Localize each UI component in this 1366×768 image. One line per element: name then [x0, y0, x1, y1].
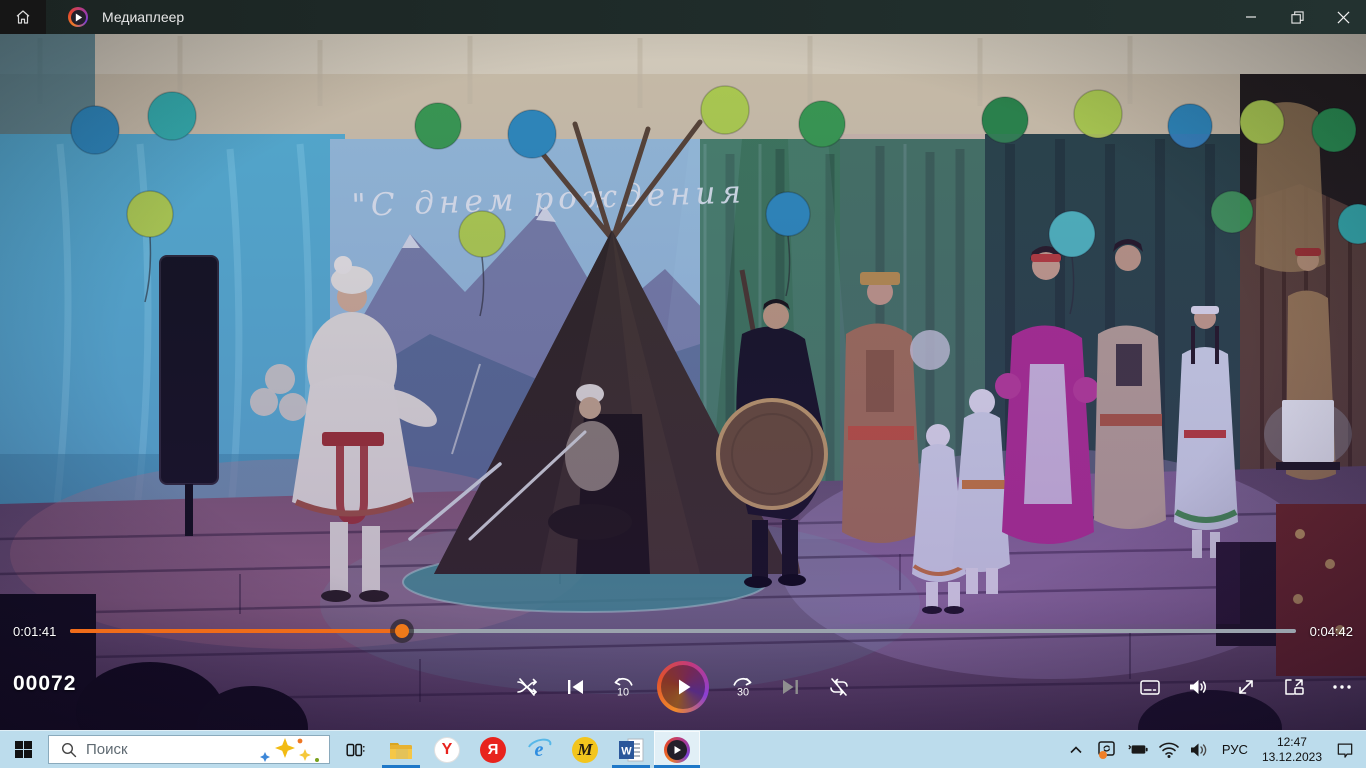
taskbar-app-yandex[interactable]: Я: [470, 731, 516, 768]
taskbar-app-word[interactable]: W: [608, 731, 654, 768]
file-explorer-icon: [388, 737, 414, 763]
search-highlights-sparkles-icon: [257, 736, 321, 764]
search-icon: [61, 742, 77, 758]
seek-progress: [70, 629, 401, 633]
clock[interactable]: 12:47 13.12.2023: [1259, 735, 1325, 765]
taskbar-app-internet-explorer[interactable]: e: [516, 731, 562, 768]
volume-button[interactable]: [1184, 673, 1212, 701]
video-area: "С днем рождения: [0, 34, 1366, 730]
media-player-logo-icon: [68, 7, 88, 27]
rewind-10-button[interactable]: 10: [609, 673, 637, 701]
current-time: 0:01:41: [13, 624, 59, 639]
shuffle-button[interactable]: [513, 673, 541, 701]
svg-text:30: 30: [737, 687, 749, 699]
repeat-button[interactable]: [825, 673, 853, 701]
taskbar: Y Я e М W: [0, 730, 1366, 768]
shuffle-off-icon: [515, 675, 539, 699]
seek-row: 0:01:41 0:04:42: [0, 614, 1366, 648]
previous-icon: [563, 675, 587, 699]
close-button[interactable]: [1320, 0, 1366, 34]
word-icon: W: [618, 737, 645, 763]
taskbar-app-yellow-m[interactable]: М: [562, 731, 608, 768]
windows-logo-icon: [15, 741, 32, 758]
battery-button[interactable]: [1127, 737, 1149, 763]
notification-icon: [1335, 740, 1355, 760]
tray-date: 13.12.2023: [1262, 750, 1322, 765]
yandex-browser-icon: Y: [434, 737, 460, 763]
battery-charging-icon: [1127, 741, 1149, 759]
action-center-button[interactable]: [1334, 737, 1356, 763]
forward-30-button[interactable]: 30: [729, 673, 757, 701]
tray-time: 12:47: [1262, 735, 1322, 750]
play-button[interactable]: [657, 661, 709, 713]
mini-player-button[interactable]: [1280, 673, 1308, 701]
center-controls: 10 30: [513, 661, 853, 713]
next-icon: [779, 675, 803, 699]
start-button[interactable]: [0, 731, 46, 768]
subtitles-icon: [1138, 675, 1162, 699]
fullscreen-button[interactable]: [1232, 673, 1260, 701]
volume-tray-button[interactable]: [1189, 737, 1211, 763]
minimize-button[interactable]: [1228, 0, 1274, 34]
close-icon: [1337, 11, 1350, 24]
yandex-icon: Я: [480, 737, 506, 763]
controls-row: 10 30: [0, 658, 1366, 716]
speaker-icon: [1189, 741, 1211, 759]
taskbar-app-file-explorer[interactable]: [378, 731, 424, 768]
volume-icon: [1186, 675, 1210, 699]
yellow-m-app-icon: М: [572, 737, 598, 763]
restore-icon: [1291, 11, 1304, 24]
task-view-button[interactable]: [332, 731, 378, 768]
media-player-taskbar-icon: [664, 737, 690, 763]
update-status-icon: [1096, 739, 1118, 761]
home-icon: [14, 8, 32, 26]
mini-player-icon: [1282, 675, 1306, 699]
taskbar-search[interactable]: [48, 735, 330, 764]
more-options-button[interactable]: [1328, 673, 1356, 701]
repeat-off-icon: [827, 675, 851, 699]
home-button[interactable]: [0, 0, 46, 34]
subtitles-button[interactable]: [1136, 673, 1164, 701]
play-icon: [661, 665, 705, 709]
window-controls: [1228, 0, 1366, 34]
language-indicator[interactable]: РУС: [1220, 742, 1250, 757]
seek-bar[interactable]: [70, 629, 1296, 633]
search-input[interactable]: [86, 741, 248, 758]
taskbar-spacer: [700, 731, 1065, 768]
taskbar-app-yandex-browser[interactable]: Y: [424, 731, 470, 768]
hidden-icons-button[interactable]: [1065, 737, 1087, 763]
internet-explorer-icon: e: [526, 737, 552, 763]
total-time: 0:04:42: [1307, 624, 1353, 639]
svg-text:10: 10: [617, 687, 629, 699]
previous-button[interactable]: [561, 673, 589, 701]
system-tray: РУС 12:47 13.12.2023: [1065, 731, 1366, 768]
forward-30-icon: 30: [730, 674, 756, 700]
wifi-icon: [1158, 741, 1180, 759]
taskbar-app-media-player[interactable]: [654, 731, 700, 768]
window-title: Медиаплеер: [102, 9, 184, 25]
seek-thumb[interactable]: [395, 624, 409, 638]
network-button[interactable]: [1158, 737, 1180, 763]
media-player-window: Медиаплеер: [0, 0, 1366, 768]
more-options-icon: [1330, 675, 1354, 699]
svg-text:W: W: [621, 745, 632, 757]
player-controls-overlay: 0:01:41 0:04:42: [0, 614, 1366, 730]
chevron-up-icon: [1069, 743, 1083, 757]
minimize-icon: [1245, 11, 1257, 23]
restore-button[interactable]: [1274, 0, 1320, 34]
update-status-button[interactable]: [1096, 737, 1118, 763]
fullscreen-icon: [1234, 675, 1258, 699]
titlebar: Медиаплеер: [0, 0, 1366, 34]
rewind-10-icon: 10: [610, 674, 636, 700]
next-button[interactable]: [777, 673, 805, 701]
task-view-icon: [344, 739, 366, 761]
right-controls: [1136, 673, 1356, 701]
